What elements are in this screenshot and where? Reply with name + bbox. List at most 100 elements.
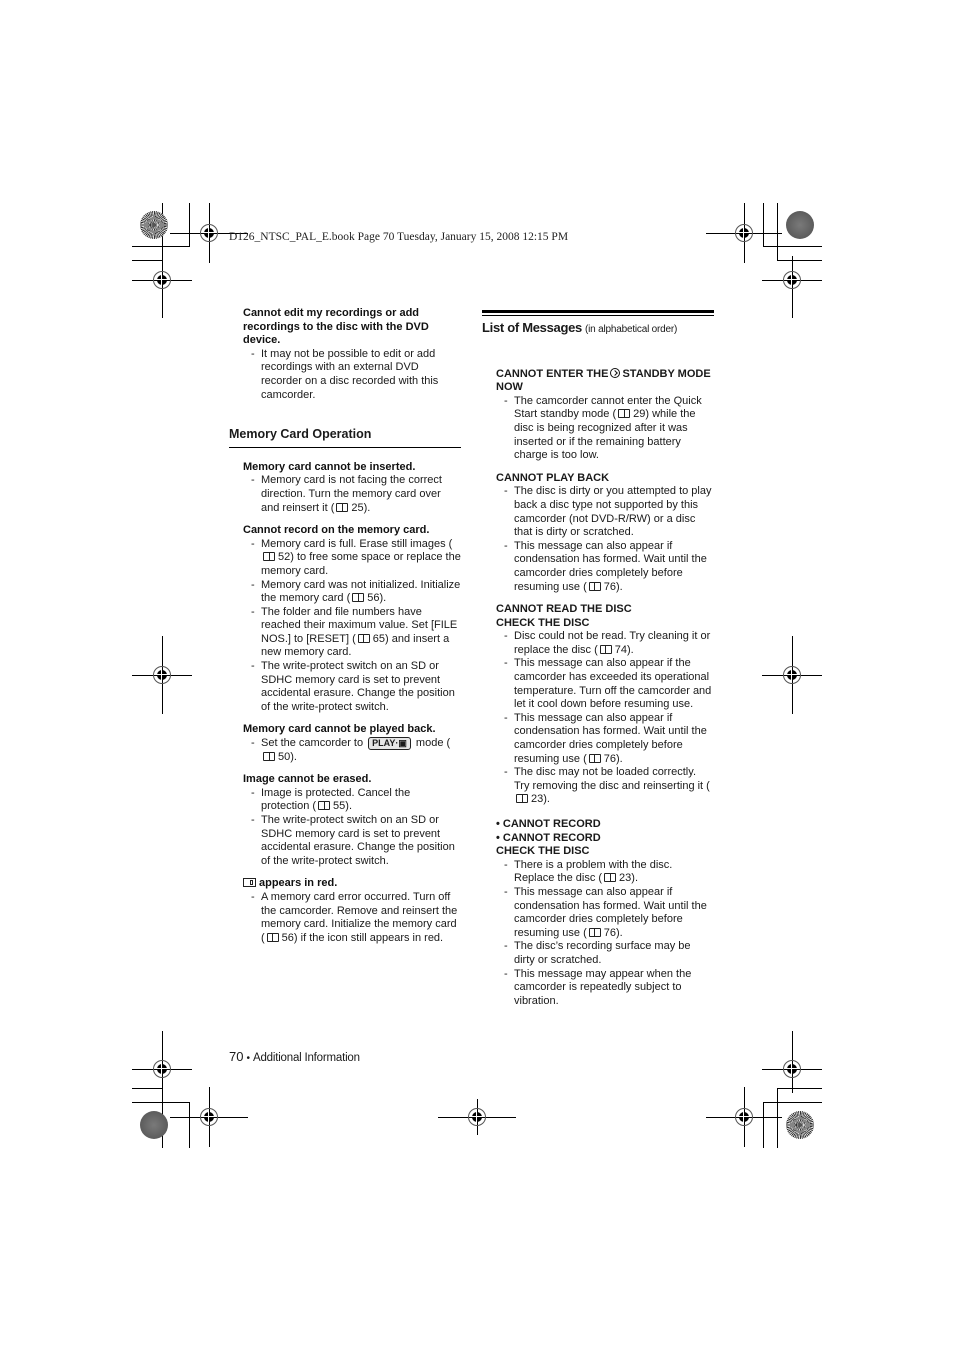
- answer-item: The disc may not be loaded correctly. Tr…: [504, 766, 714, 807]
- crop-line: [763, 1102, 764, 1148]
- answer-list: Memory card is full. Erase still images …: [229, 538, 461, 715]
- print-header: D126_NTSC_PAL_E.book Page 70 Tuesday, Ja…: [229, 231, 569, 243]
- book-icon: [588, 581, 601, 591]
- book-icon: [336, 502, 349, 512]
- answer-item: This message can also appear if condensa…: [504, 886, 714, 940]
- answer-item: Set the camcorder to PLAY·▣ mode (50).: [251, 737, 461, 764]
- answer-item: Memory card was not initialized. Initial…: [251, 579, 461, 606]
- crop-line: [777, 1088, 822, 1089]
- page-ref: 76: [603, 926, 617, 939]
- answer-item: Image is protected. Cancel the protectio…: [251, 787, 461, 814]
- book-icon: [599, 644, 612, 654]
- crop-line: [189, 203, 190, 247]
- page-ref: 55: [333, 800, 346, 813]
- answer-item: The write-protect switch on an SD or SDH…: [251, 814, 461, 868]
- question-heading: appears in red.: [243, 877, 461, 891]
- answer-list: There is a problem with the disc. Replac…: [482, 859, 714, 1009]
- play-camera-mode-badge: PLAY·▣: [368, 737, 411, 751]
- question-heading: Memory card cannot be inserted.: [243, 460, 416, 473]
- section-title: Memory Card Operation: [229, 427, 461, 448]
- question-heading: Cannot edit my recordings or add recordi…: [243, 307, 429, 347]
- crop-line: [132, 246, 190, 247]
- message-heading: CHECK THE DISC: [496, 616, 590, 629]
- crop-line: [777, 1088, 778, 1148]
- message-heading: • CANNOT RECORD: [496, 818, 601, 830]
- answer-item: Memory card is full. Erase still images …: [251, 538, 461, 579]
- book-icon: [357, 633, 370, 643]
- book-icon: [604, 873, 617, 883]
- message-heading: • CANNOT RECORD: [496, 831, 601, 844]
- page-ref: 56: [367, 592, 380, 605]
- list-of-messages-heading: List of Messages (in alphabetical order): [482, 321, 714, 337]
- page-ref: 76: [603, 752, 617, 765]
- answer-item: The folder and file numbers have reached…: [251, 606, 461, 660]
- crop-line: [763, 1102, 822, 1103]
- message-heading: CANNOT READ THE DISC: [496, 603, 632, 616]
- left-column: Cannot edit my recordings or add recordi…: [229, 307, 461, 954]
- quick-start-icon: [610, 367, 621, 378]
- answer-list: Image is protected. Cancel the protectio…: [229, 787, 461, 869]
- answer-item: This message can also appear if the camc…: [504, 657, 714, 711]
- answer-item: The disc is dirty or you attempted to pl…: [504, 485, 714, 539]
- book-icon: [618, 409, 631, 419]
- memory-card-icon: [243, 878, 256, 888]
- message-heading: CHECK THE DISC: [496, 845, 590, 858]
- page-number: 70: [229, 1049, 244, 1064]
- answer-item: This message can also appear if condensa…: [504, 540, 714, 594]
- question-heading: Cannot record on the memory card.: [243, 524, 430, 537]
- footer-section-name: Additional Information: [252, 1052, 360, 1064]
- page-ref: 52: [278, 551, 291, 564]
- title-rule: [482, 310, 714, 313]
- crop-line: [763, 246, 822, 247]
- answer-list: It may not be possible to edit or add re…: [229, 348, 461, 402]
- book-icon: [516, 794, 528, 804]
- crop-line: [777, 203, 778, 261]
- answer-item: Memory card is not facing the correct di…: [251, 474, 461, 515]
- color-target-icon: [140, 211, 168, 239]
- footer-separator: •: [246, 1053, 250, 1064]
- page-ref: 23: [619, 872, 632, 885]
- book-icon: [588, 753, 601, 763]
- crop-line: [132, 260, 163, 261]
- crop-line: [777, 260, 822, 261]
- book-icon: [263, 751, 275, 761]
- answer-list: Set the camcorder to PLAY·▣ mode (50).: [229, 737, 461, 764]
- answer-item: This message may appear when the camcord…: [504, 968, 714, 1009]
- page-ref: 74: [614, 643, 628, 656]
- color-target-icon: [786, 1111, 814, 1139]
- page-footer: 70 • Additional Information: [229, 1048, 360, 1066]
- book-icon: [588, 927, 601, 937]
- answer-item: The camcorder cannot enter the Quick Sta…: [504, 395, 714, 463]
- crop-line: [189, 1102, 190, 1148]
- answer-item: This message can also appear if condensa…: [504, 712, 714, 766]
- gray-target-icon: [786, 211, 814, 239]
- crop-line: [132, 1102, 190, 1103]
- answer-list: Disc could not be read. Try cleaning it …: [482, 630, 714, 807]
- answer-list: The disc is dirty or you attempted to pl…: [482, 485, 714, 594]
- answer-item: The disc’s recording surface may be dirt…: [504, 940, 714, 967]
- page-ref: 25: [351, 501, 364, 514]
- crop-line: [763, 203, 764, 247]
- answer-item: A memory card error occurred. Turn off t…: [251, 891, 461, 945]
- page-ref: 76: [603, 580, 617, 593]
- answer-list: The camcorder cannot enter the Quick Sta…: [482, 395, 714, 463]
- answer-list: Memory card is not facing the correct di…: [229, 474, 461, 515]
- message-heading: CANNOT PLAY BACK: [496, 471, 610, 484]
- page-ref: 50: [278, 750, 291, 763]
- answer-item: Disc could not be read. Try cleaning it …: [504, 630, 714, 657]
- page-ref: 29: [633, 408, 646, 421]
- page-ref: 56: [281, 931, 294, 944]
- question-heading: Image cannot be erased.: [243, 773, 372, 786]
- page-ref: 65: [372, 632, 385, 645]
- answer-list: A memory card error occurred. Turn off t…: [229, 891, 461, 945]
- page-ref: 23: [531, 793, 544, 806]
- section-title: List of Messages: [482, 320, 582, 335]
- book-icon: [318, 801, 331, 811]
- section-subtitle: (in alphabetical order): [585, 324, 678, 335]
- message-heading: CANNOT ENTER THE STANDBY MODE NOW: [496, 367, 711, 394]
- crop-line: [132, 1088, 163, 1089]
- gray-target-icon: [140, 1111, 168, 1139]
- answer-item: The write-protect switch on an SD or SDH…: [251, 660, 461, 714]
- book-icon: [263, 552, 275, 562]
- answer-item: There is a problem with the disc. Replac…: [504, 859, 714, 886]
